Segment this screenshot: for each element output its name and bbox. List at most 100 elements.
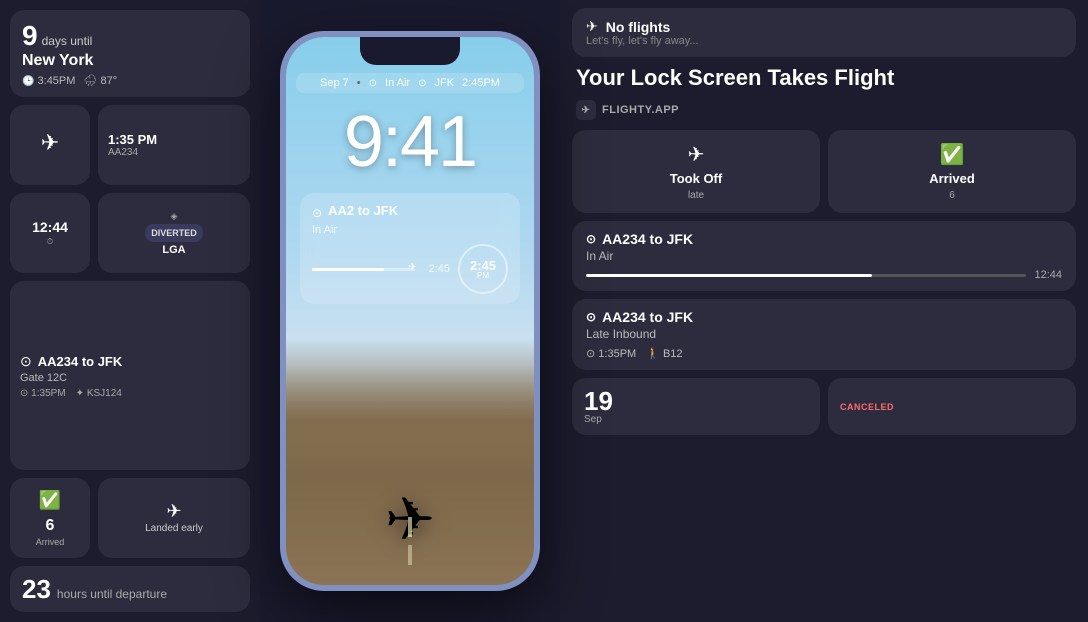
diverted-label: DIVERTED [145,224,203,242]
flight-number-small: AA234 [108,147,138,158]
airplane-mode-widget: ✈ [10,105,90,185]
phone-progress-bar: ✈ [312,268,415,271]
bottom-date-month: Sep [584,414,808,425]
phone-eta-circle: 2:45 PM [458,244,508,294]
bottom-date-num: 19 [584,388,808,414]
gate-number: Gate 12C [20,372,240,384]
right-card-2: ⊙ AA234 to JFK Late Inbound ⊙ 1:35PM 🚶 B… [572,299,1076,370]
phone-lockscreen-widget: ⊙ AA2 to JFK In Air ✈ 2:45 2:45 PM [300,193,520,304]
phone-time: 9:41 [286,101,534,183]
time-label: 🕒 3:45PM [22,75,75,87]
plane-progress-icon: ✈ [408,262,416,273]
phone-dest: JFK [434,77,454,89]
flighty-tagline: Let's fly, let's fly away... [586,35,1062,47]
card2-flight: AA234 to JFK [602,309,693,325]
card2-title: ⊙ AA234 to JFK [586,309,1062,325]
phone-runway: ✈ [286,310,534,585]
card2-time: ⊙ 1:35PM [586,347,636,360]
hours-label: hours until departure [57,587,167,601]
flighty-app-label: FLIGHTY.APP [602,104,679,116]
arrived-check-icon: ✅ [940,142,965,167]
phone-dest-icon: ⊙ [418,78,426,89]
right-title: Your Lock Screen Takes Flight [572,65,1076,90]
phone-circle-unit: PM [477,272,489,280]
clock-widget: 12:44 ⏱ [10,193,90,273]
landed-icon: ✈ [166,501,181,522]
days-number: 9 [22,20,38,52]
phone-flight-bar: Sep 7 • ⊙ In Air ⊙ JFK 2:45PM [296,73,524,93]
flighty-header: ✈ No flights Let's fly, let's fly away..… [572,8,1076,57]
arrived-count: 6 [949,190,955,201]
diverted-airport: LGA [162,244,185,256]
phone-flight-icon: ⊙ [369,78,377,89]
city-label: New York [22,52,238,70]
card2-icon: ⊙ [586,310,596,324]
gate-flight: AA234 to JFK [38,354,123,369]
bottom-row: 19 Sep CANCELED [572,378,1076,435]
phone-screen: Sep 7 • ⊙ In Air ⊙ JFK 2:45PM 9:41 ⊙ AA2… [286,37,534,585]
card1-title: ⊙ AA234 to JFK [586,231,1062,247]
widget-row-3: ✅ 6 Arrived ✈ Landed early [10,478,250,558]
card1-progress-row: 12:44 [586,269,1062,281]
right-card-1: ⊙ AA234 to JFK In Air 12:44 [572,221,1076,291]
airplane-icon: ✈ [41,130,59,156]
right-panel: ✈ No flights Let's fly, let's fly away..… [560,0,1088,622]
phone-progress-row: ✈ 2:45 2:45 PM [312,244,508,294]
phone-widget-flight: AA2 to JFK [328,203,398,218]
right-widgets-row: ✈ Took Off late ✅ Arrived 6 [572,130,1076,213]
phone-widget-icon: ⊙ [312,206,322,220]
card2-details: ⊙ 1:35PM 🚶 B12 [586,347,1062,360]
runway-lines [408,517,412,565]
phone-eta: 2:45 [429,263,450,275]
hours-widget: 23 hours until departure [10,566,250,612]
gate-time: ⊙ 1:35PM [20,388,66,399]
arrived-widget: ✅ 6 Arrived [10,478,90,558]
days-widget: 9 days until New York 🕒 3:45PM 🌧 87° [10,10,250,97]
weather-label: 🌧 87° [83,74,117,87]
gate-widget: ⊙ AA234 to JFK Gate 12C ⊙ 1:35PM ✦ KSJ12… [10,281,250,470]
phone-status: In Air [385,77,410,89]
took-off-label: Took Off [670,171,722,186]
landed-label: Landed early [145,522,203,535]
days-label: days until [42,34,93,48]
took-off-icon: ✈ [688,142,705,167]
left-panel: 9 days until New York 🕒 3:45PM 🌧 87° ✈ 1… [0,0,260,622]
phone-circle-time: 2:45 [470,259,496,272]
arrived-main: Arrived [929,171,975,186]
card1-status: In Air [586,249,1062,263]
card1-progress-fill [586,274,872,277]
card1-time: 12:44 [1034,269,1062,281]
clock-icon: ⏱ [47,237,53,247]
hours-number: 23 [22,576,51,602]
phone-notch [360,37,460,65]
card1-flight: AA234 to JFK [602,231,693,247]
phone-arrival: 2:45PM [462,77,500,89]
phone-progress-fill [312,268,384,271]
phone-date: Sep 7 [320,77,349,89]
flighty-app-row: ✈ FLIGHTY.APP [572,98,1076,122]
phone-widget-status: In Air [312,224,508,236]
widget-row-2: 12:44 ⏱ ◈ DIVERTED LGA [10,193,250,273]
arrived-count-widget: ✅ Arrived 6 [828,130,1076,213]
arrived-icon: ✅ [39,490,61,511]
clock-time: 12:44 [32,219,68,235]
took-off-sublabel: late [688,190,704,201]
card2-status: Late Inbound [586,327,1062,341]
flight-time-widget: 1:35 PM AA234 [98,105,250,185]
flighty-app-icon: ✈ [576,100,596,120]
bottom-canceled-card: CANCELED [828,378,1076,435]
bottom-date-card: 19 Sep [572,378,820,435]
arrived-number: 6 [46,517,55,535]
widget-row-1: ✈ 1:35 PM AA234 [10,105,250,185]
flight-time: 1:35 PM [108,132,157,147]
diverted-icon: ◈ [171,211,178,222]
canceled-label: CANCELED [840,402,1064,412]
card1-icon: ⊙ [586,232,596,246]
took-off-widget: ✈ Took Off late [572,130,820,213]
card1-progress-bar [586,274,1026,277]
gate-plane-icon: ⊙ [20,353,32,370]
gate-code: ✦ KSJ124 [76,388,122,399]
center-phone: Sep 7 • ⊙ In Air ⊙ JFK 2:45PM 9:41 ⊙ AA2… [260,0,560,622]
diverted-widget: ◈ DIVERTED LGA [98,193,250,273]
arrived-label: Arrived [36,537,65,547]
